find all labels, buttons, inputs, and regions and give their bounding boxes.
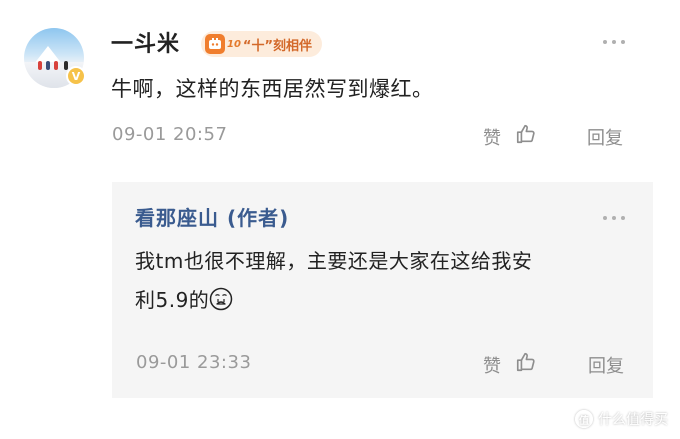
thumbs-up-icon[interactable]	[515, 123, 537, 145]
avatar-figure	[46, 61, 50, 70]
reply-text: 我tm也很不理解，主要还是大家在这给我安 利5.9的	[135, 242, 625, 320]
watermark-logo-icon: 值	[575, 410, 593, 428]
reply-text-line1: 我tm也很不理解，主要还是大家在这给我安	[135, 249, 533, 273]
fan-badge-label: “十”刻相伴	[242, 38, 313, 54]
thumbs-up-icon[interactable]	[515, 351, 537, 373]
avatar-figure	[38, 61, 42, 70]
reply-text-line2: 利5.9的	[135, 288, 210, 312]
like-label[interactable]: 赞	[483, 352, 501, 378]
reply-author[interactable]: 看那座山 (作者)	[135, 202, 289, 231]
reply-button[interactable]: 回复	[587, 124, 623, 150]
like-label[interactable]: 赞	[483, 124, 501, 150]
fan-badge[interactable]: 10 “十”刻相伴	[201, 31, 323, 57]
crying-face-emoji-icon	[210, 287, 233, 311]
watermark-text: 什么值得买	[598, 412, 668, 428]
fan-badge-years: 10	[227, 38, 241, 50]
reply-container: 看那座山 (作者) 我tm也很不理解，主要还是大家在这给我安 利5.9的 09-…	[112, 182, 653, 398]
comment-text: 牛啊，这样的东西居然写到爆红。	[111, 77, 434, 101]
verified-badge-icon: V	[66, 66, 86, 86]
watermark: 值 什么值得买	[575, 409, 668, 429]
reply-button[interactable]: 回复	[588, 352, 624, 378]
comment-username[interactable]: 一斗米	[111, 30, 180, 60]
more-options-icon[interactable]	[603, 216, 625, 220]
reply-timestamp: 09-01 23:33	[136, 352, 252, 373]
comment-timestamp: 09-01 20:57	[112, 124, 228, 145]
more-options-icon[interactable]	[603, 40, 625, 44]
fan-face-icon	[205, 34, 225, 54]
comment-thread: V 一斗米 10 “十”刻相伴 牛啊，这样的东西居然写到爆红。 09-01 20…	[0, 0, 680, 439]
avatar-figure	[54, 61, 58, 70]
